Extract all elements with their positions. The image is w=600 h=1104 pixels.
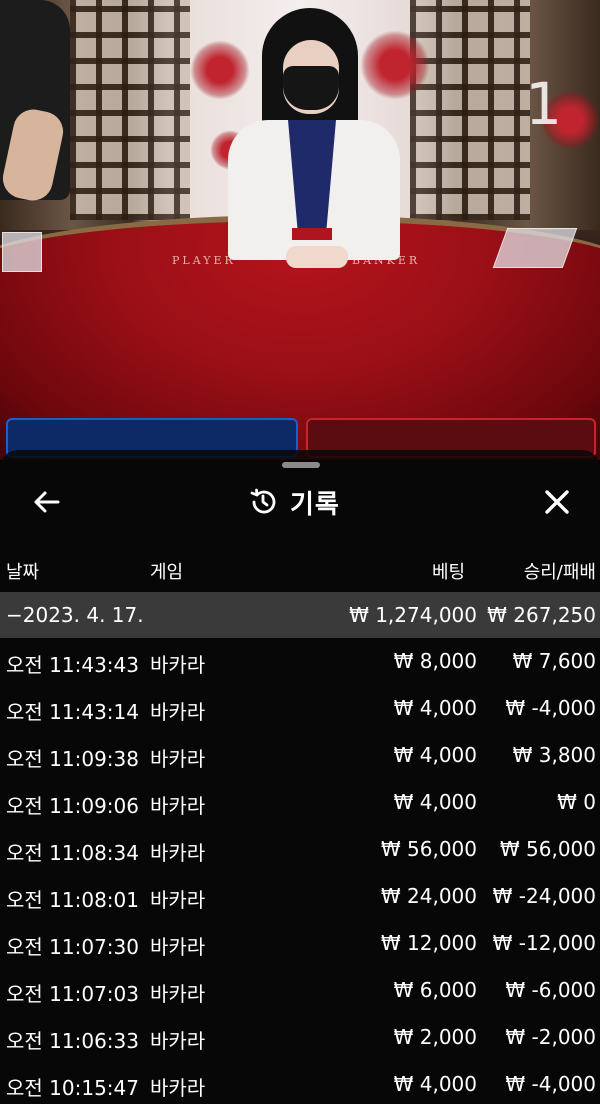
history-row[interactable]: 오전 11:09:06 바카라 ₩ 4,000 ₩ 0 [0,779,600,826]
dealer-hands [286,246,348,268]
row-time: 오전 11:09:38 [6,747,139,771]
history-row[interactable]: 오전 10:15:47 바카라 ₩ 4,000 ₩ -4,000 [0,1061,600,1104]
row-game: 바카라 [150,1029,206,1053]
row-time: 오전 11:07:03 [6,982,139,1006]
row-game: 바카라 [150,700,206,724]
row-bet: ₩ 24,000 [380,884,477,908]
row-bet: ₩ 8,000 [393,649,477,673]
row-result: ₩ 3,800 [512,743,596,767]
live-video: PLAYER BANKER 1 [0,0,600,460]
row-game: 바카라 [150,653,206,677]
row-bet: ₩ 4,000 [393,696,477,720]
row-game: 바카라 [150,935,206,959]
summary-bet: ₩ 1,274,000 [349,603,477,627]
sheet-header: 기록 [248,482,340,522]
history-sheet: 기록 날짜 게임 베팅 승리/패배 −2023. 4. 17. ₩ 1,274,… [0,450,600,1104]
row-result: ₩ -12,000 [492,931,596,955]
history-row[interactable]: 오전 11:06:33 바카라 ₩ 2,000 ₩ -2,000 [0,1014,600,1061]
card-shoe-right [492,228,578,268]
column-bet: 베팅 [432,562,466,583]
row-game: 바카라 [150,841,206,865]
row-time: 오전 11:08:01 [6,888,139,912]
back-button[interactable] [26,484,66,520]
row-time: 오전 11:43:43 [6,653,139,677]
arrow-left-icon [34,491,60,513]
row-bet: ₩ 6,000 [393,978,477,1002]
history-row[interactable]: 오전 11:07:30 바카라 ₩ 12,000 ₩ -12,000 [0,920,600,967]
close-button[interactable] [536,482,578,522]
lattice-panel-right [410,0,530,220]
summary-result: ₩ 267,250 [487,603,596,627]
row-result: ₩ -6,000 [505,978,596,1002]
column-header-row: 날짜 게임 베팅 승리/패배 [0,550,600,590]
column-result: 승리/패배 [523,562,596,583]
row-time: 오전 11:06:33 [6,1029,139,1053]
row-result: ₩ 56,000 [499,837,596,861]
history-row[interactable]: 오전 11:43:43 바카라 ₩ 8,000 ₩ 7,600 [0,638,600,685]
row-time: 오전 11:09:06 [6,794,139,818]
history-row[interactable]: 오전 11:09:38 바카라 ₩ 4,000 ₩ 3,800 [0,732,600,779]
row-time: 오전 11:43:14 [6,700,139,724]
dealer-mask [283,66,339,110]
row-game: 바카라 [150,747,206,771]
row-game: 바카라 [150,982,206,1006]
column-date: 날짜 [6,562,40,583]
date-summary-row[interactable]: −2023. 4. 17. ₩ 1,274,000 ₩ 267,250 [0,592,600,638]
history-row[interactable]: 오전 11:07:03 바카라 ₩ 6,000 ₩ -6,000 [0,967,600,1014]
felt-player-label: PLAYER [172,254,236,267]
round-number: 1 [525,70,562,138]
row-time: 오전 11:08:34 [6,841,139,865]
row-game: 바카라 [150,888,206,912]
row-result: ₩ -24,000 [492,884,596,908]
dealer-sash [292,228,332,240]
row-time: 오전 10:15:47 [6,1076,139,1100]
drag-handle[interactable] [282,462,320,468]
history-clock-icon [250,488,276,514]
close-icon [545,490,569,514]
row-result: ₩ -4,000 [505,696,596,720]
row-result: ₩ 7,600 [512,649,596,673]
blossom-decoration [190,40,250,100]
row-bet: ₩ 4,000 [393,743,477,767]
row-bet: ₩ 4,000 [393,790,477,814]
row-bet: ₩ 4,000 [393,1072,477,1096]
history-row[interactable]: 오전 11:08:34 바카라 ₩ 56,000 ₩ 56,000 [0,826,600,873]
row-game: 바카라 [150,1076,206,1100]
row-bet: ₩ 2,000 [393,1025,477,1049]
row-bet: ₩ 12,000 [380,931,477,955]
row-game: 바카라 [150,794,206,818]
row-result: ₩ -4,000 [505,1072,596,1096]
page-title: 기록 [290,489,340,520]
history-row[interactable]: 오전 11:43:14 바카라 ₩ 4,000 ₩ -4,000 [0,685,600,732]
history-list: −2023. 4. 17. ₩ 1,274,000 ₩ 267,250 오전 1… [0,592,600,1104]
blossom-decoration [360,30,430,100]
row-result: ₩ 0 [557,790,596,814]
row-result: ₩ -2,000 [505,1025,596,1049]
history-row[interactable]: 오전 11:08:01 바카라 ₩ 24,000 ₩ -24,000 [0,873,600,920]
row-bet: ₩ 56,000 [380,837,477,861]
summary-date: −2023. 4. 17. [6,603,144,627]
row-time: 오전 11:07:30 [6,935,139,959]
column-game: 게임 [150,562,184,583]
lattice-panel-left [70,0,190,220]
card-shoe-left [2,232,42,272]
